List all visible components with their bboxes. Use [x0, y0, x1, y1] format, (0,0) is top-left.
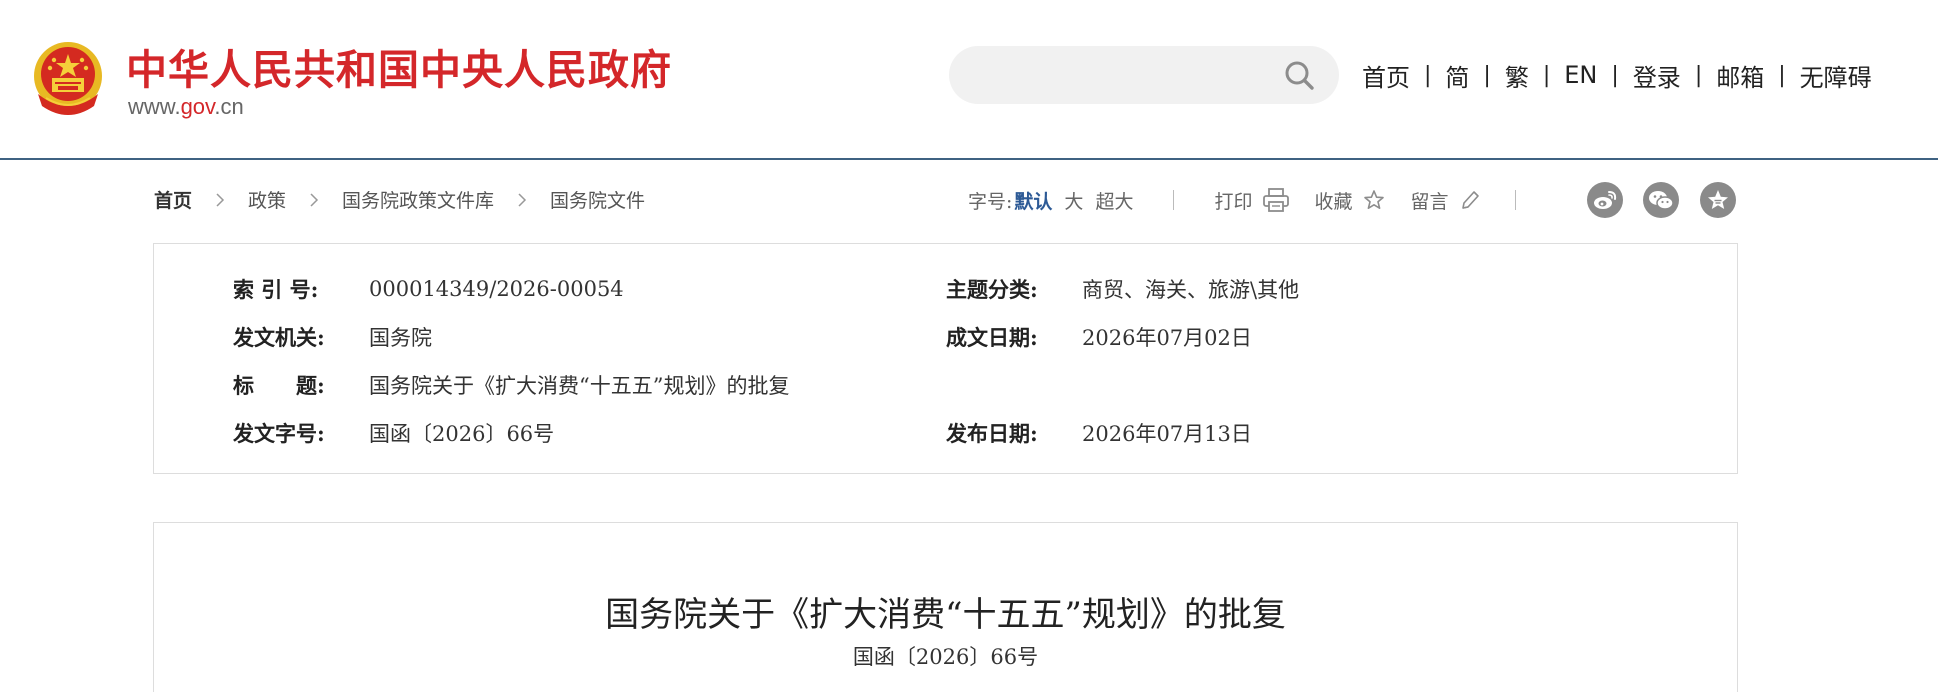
info-topic-row: 主题分类: 商贸、海关、旅游\其他: [946, 272, 1299, 306]
nav-separator: |: [1483, 62, 1491, 88]
article-body: 国务院关于《扩大消费“十五五”规划》的批复 国函〔2026〕66号: [153, 522, 1738, 692]
info-issuer-row: 发文机关: 国务院: [233, 320, 432, 354]
info-docno-label: 发文字号:: [233, 421, 325, 446]
site-url-domain: gov: [180, 94, 215, 119]
chevron-right-icon: [216, 192, 225, 207]
nav-english[interactable]: EN: [1562, 61, 1599, 89]
info-docno-value: 国函〔2026〕66号: [369, 422, 555, 446]
nav-separator: |: [1694, 62, 1703, 88]
weibo-icon: [1594, 191, 1617, 209]
info-title-row: 标 题: 国务院关于《扩大消费“十五五”规划》的批复: [233, 368, 789, 402]
pencil-icon: [1461, 191, 1479, 209]
comment-button[interactable]: 留言: [1410, 187, 1480, 214]
info-date-label: 成文日期:: [946, 325, 1038, 350]
info-title-value: 国务院关于《扩大消费“十五五”规划》的批复: [369, 374, 790, 398]
comment-label: 留言: [1410, 190, 1449, 213]
nav-separator: |: [1611, 62, 1619, 88]
search-icon[interactable]: [1283, 59, 1315, 91]
nav-separator: |: [1424, 62, 1432, 88]
nav-accessibility[interactable]: 无障碍: [1798, 58, 1874, 93]
nav-traditional[interactable]: 繁: [1503, 58, 1531, 93]
favorite-share-button[interactable]: [1700, 182, 1736, 218]
info-docno-row: 发文字号: 国函〔2026〕66号: [233, 416, 554, 450]
document-info-panel: 索 引 号: 000014349/2026-00054 主题分类: 商贸、海关、…: [153, 243, 1738, 474]
site-header: 中华人民共和国中央人民政府 www.gov.cn 首页 | 简 | 繁 | EN…: [0, 0, 1938, 160]
info-index-label: 索 引 号:: [233, 277, 319, 302]
printer-icon: [1263, 188, 1290, 212]
nav-separator: |: [1778, 62, 1786, 88]
chevron-right-icon: [310, 192, 319, 207]
font-size-default[interactable]: 默认: [1014, 187, 1052, 214]
tools-divider: [1514, 190, 1516, 210]
national-emblem-icon[interactable]: [28, 38, 108, 120]
breadcrumb-state-council-docs[interactable]: 国务院文件: [550, 186, 645, 213]
search-box: [949, 46, 1339, 104]
font-size-large[interactable]: 大: [1064, 187, 1083, 214]
font-size-xlarge[interactable]: 超大: [1095, 187, 1133, 214]
site-title[interactable]: 中华人民共和国中央人民政府: [126, 36, 672, 96]
info-issuer-label: 发文机关:: [233, 325, 325, 350]
font-size-label: 字号:: [968, 190, 1013, 213]
breadcrumb-policy[interactable]: 政策: [248, 186, 286, 213]
article-doc-number: 国函〔2026〕66号: [852, 645, 1039, 669]
breadcrumb: 首页 政策 国务院政策文件库 国务院文件: [154, 186, 645, 213]
star-icon: [1364, 190, 1385, 210]
search-input[interactable]: [973, 46, 1273, 104]
site-url-prefix: www.: [128, 94, 181, 119]
nav-simplified[interactable]: 简: [1443, 58, 1471, 93]
info-title-label: 标 题:: [233, 373, 325, 398]
favorite-button[interactable]: 收藏: [1314, 187, 1386, 214]
nav-home[interactable]: 首页: [1360, 58, 1412, 93]
site-url[interactable]: www.gov.cn: [128, 94, 244, 120]
nav-mailbox[interactable]: 邮箱: [1714, 58, 1766, 93]
wechat-icon: [1649, 191, 1674, 210]
nav-login[interactable]: 登录: [1631, 58, 1683, 93]
info-pubdate-value: 2026年07月13日: [1082, 422, 1252, 446]
wechat-share-button[interactable]: [1643, 182, 1679, 218]
info-pubdate-label: 发布日期:: [946, 421, 1038, 446]
star-share-icon: [1708, 190, 1728, 209]
favorite-label: 收藏: [1314, 190, 1353, 213]
print-label: 打印: [1214, 190, 1253, 213]
top-nav: 首页 | 简 | 繁 | EN | 登录 | 邮箱 | 无障碍: [1360, 58, 1874, 92]
info-issuer-value: 国务院: [369, 326, 432, 350]
info-index-value: 000014349/2026-00054: [369, 277, 624, 301]
info-topic-label: 主题分类:: [946, 277, 1038, 302]
info-date-value: 2026年07月02日: [1082, 326, 1252, 350]
article-title: 国务院关于《扩大消费“十五五”规划》的批复: [605, 595, 1286, 635]
weibo-share-button[interactable]: [1587, 182, 1623, 218]
info-pubdate-row: 发布日期: 2026年07月13日: [946, 416, 1252, 450]
info-date-row: 成文日期: 2026年07月02日: [946, 320, 1252, 354]
article-tools: 字号: 默认 大 超大 打印 收藏 留言: [968, 182, 1516, 218]
print-button[interactable]: 打印: [1214, 187, 1290, 214]
site-url-suffix: .cn: [214, 94, 244, 119]
info-index-row: 索 引 号: 000014349/2026-00054: [233, 272, 624, 306]
info-topic-value: 商贸、海关、旅游\其他: [1082, 278, 1300, 302]
chevron-right-icon: [518, 192, 527, 207]
breadcrumb-home[interactable]: 首页: [154, 186, 192, 213]
tools-divider: [1173, 190, 1175, 210]
nav-separator: |: [1542, 62, 1551, 88]
breadcrumb-policy-library[interactable]: 国务院政策文件库: [342, 186, 494, 213]
